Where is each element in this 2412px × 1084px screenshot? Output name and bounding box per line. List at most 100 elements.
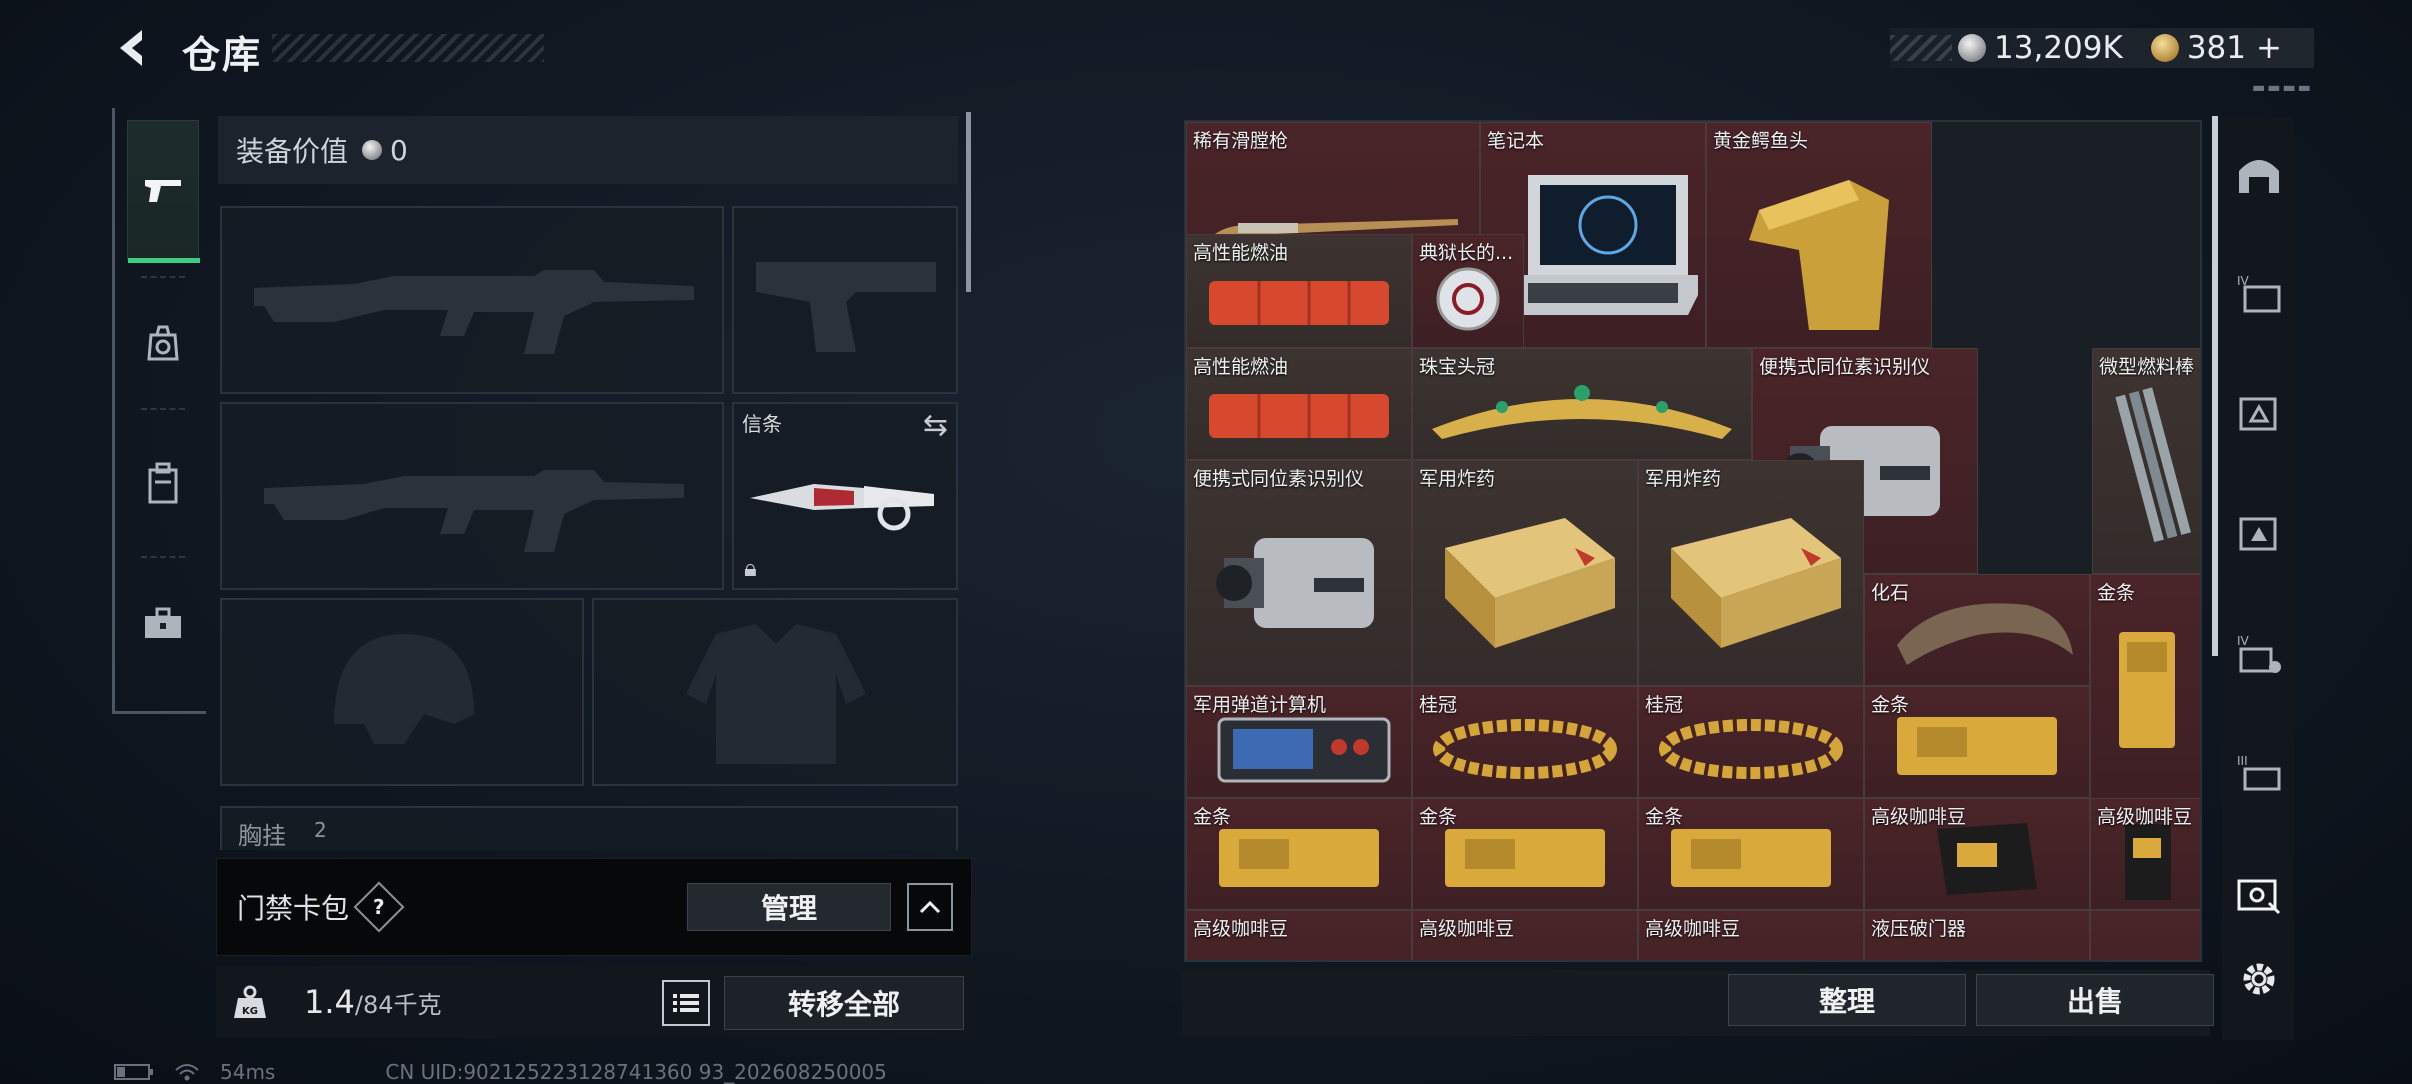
- explosive-crate-icon: [1639, 461, 1863, 685]
- title-decoration: [272, 34, 544, 62]
- silver-coin-icon: [1958, 34, 1986, 62]
- back-arrow-icon[interactable]: [112, 26, 156, 70]
- svg-text:III: III: [2237, 754, 2248, 768]
- helmet-silhouette-icon: [334, 634, 474, 744]
- ping-value: 54ms: [220, 1060, 276, 1084]
- tab-backpack[interactable]: [127, 438, 199, 528]
- status-bar: 54ms CN UID:902125223128741360 93_202608…: [114, 1060, 887, 1084]
- transfer-all-button[interactable]: 转移全部: [724, 976, 964, 1030]
- sell-button[interactable]: 出售: [1976, 974, 2214, 1026]
- tab-equipment[interactable]: [127, 298, 199, 388]
- melee-slot[interactable]: 信条 ⇆ 🔒︎: [732, 402, 958, 590]
- help-icon[interactable]: ?: [353, 881, 405, 933]
- tab-weapons[interactable]: [127, 120, 200, 263]
- chest-rig-slot[interactable]: 胸挂 2: [220, 806, 958, 850]
- helmet-slot[interactable]: [220, 598, 584, 786]
- access-card-pack: 门禁卡包 ? 管理: [216, 858, 972, 956]
- stash-item[interactable]: 高级咖啡豆: [1638, 910, 1864, 960]
- battery-icon: [114, 1064, 153, 1080]
- svg-text:IV: IV: [2237, 634, 2250, 648]
- stash-item[interactable]: 高性能燃油: [1186, 234, 1412, 348]
- stash-item[interactable]: 金条: [1864, 686, 2090, 798]
- vest-silhouette-icon: [686, 624, 866, 764]
- stash-page-toolbar: IV IV III: [2222, 118, 2294, 1040]
- card-pack-label: 门禁卡包: [237, 892, 350, 925]
- list-icon: [673, 994, 699, 1012]
- weight-value: 1.4/84千克: [304, 983, 442, 1021]
- stash-item-empty[interactable]: [2090, 910, 2200, 960]
- stash-item[interactable]: 军用弹道计算机: [1186, 686, 1412, 798]
- stash-item[interactable]: 高级咖啡豆: [1186, 910, 1412, 960]
- stash-item[interactable]: 高级咖啡豆: [1864, 798, 2090, 910]
- rifle-silhouette-icon: [254, 270, 694, 354]
- isotope-scanner-icon: [1187, 461, 1411, 685]
- bunker-icon[interactable]: [2234, 150, 2284, 200]
- tertiary-weapon-slot[interactable]: [220, 402, 724, 590]
- stash-item[interactable]: 典狱长的...: [1412, 234, 1524, 348]
- sort-button[interactable]: 整理: [1728, 974, 1966, 1026]
- pistol-icon: [145, 180, 181, 202]
- primary-weapon-slot[interactable]: [220, 206, 724, 394]
- gold-bar-icon: [2091, 575, 2200, 799]
- gold-add-button[interactable]: +: [2256, 30, 2282, 66]
- stash-iv-lock-icon[interactable]: IV: [2234, 628, 2284, 678]
- equipment-value: 0: [390, 133, 408, 167]
- manage-button[interactable]: 管理: [687, 883, 891, 931]
- stash-item[interactable]: 高级咖啡豆: [1412, 910, 1638, 960]
- gold-balance: 381: [2186, 30, 2246, 66]
- chest-rig-label: 胸挂: [238, 822, 286, 850]
- stash-c-icon[interactable]: [2234, 508, 2284, 558]
- stash-item[interactable]: 黄金鳄鱼头: [1706, 122, 1932, 348]
- dots-decoration: ▬▬▬▬: [2252, 80, 2313, 96]
- stash-item[interactable]: 金条: [1186, 798, 1412, 910]
- collapse-button[interactable]: [907, 883, 953, 931]
- stash-iii-icon[interactable]: III: [2234, 748, 2284, 798]
- currency-bar: 13,209K 381 +: [1890, 28, 2314, 68]
- explosive-crate-icon: [1413, 461, 1637, 685]
- stash-item[interactable]: 金条: [1638, 798, 1864, 910]
- weight-row: KG 1.4/84千克 转移全部: [216, 966, 978, 1038]
- silver-balance: 13,209K: [1994, 30, 2123, 66]
- equipment-value-row: 装备价值 0: [218, 116, 958, 184]
- list-view-button[interactable]: [662, 980, 710, 1026]
- pistol-silhouette-icon: [756, 262, 936, 352]
- gold-crocodile-head-icon: [1707, 123, 1931, 347]
- equipment-value-label: 装备价值: [236, 135, 349, 168]
- tab-toolbox[interactable]: [127, 578, 199, 668]
- stash-item[interactable]: 微型燃料棒: [2092, 348, 2200, 574]
- stash-item[interactable]: 桂冠: [1638, 686, 1864, 798]
- gold-coin-icon: [2150, 34, 2179, 62]
- stash-item[interactable]: 高性能燃油: [1186, 348, 1412, 460]
- stash-item[interactable]: 军用炸药: [1638, 460, 1864, 686]
- secondary-weapon-slot[interactable]: [732, 206, 958, 394]
- stash-item[interactable]: 高级咖啡豆: [2090, 798, 2200, 910]
- stash-iv-icon[interactable]: IV: [2234, 268, 2284, 318]
- chevron-up-icon: [919, 900, 941, 914]
- stash-scrollbar[interactable]: [2212, 116, 2218, 656]
- rifle-silhouette-icon: [264, 470, 684, 552]
- weight-kg-icon: KG: [226, 978, 274, 1026]
- stash-item[interactable]: 军用炸药: [1412, 460, 1638, 686]
- settings-gear-icon[interactable]: [2234, 954, 2284, 1004]
- stash-item[interactable]: 液压破门器: [1864, 910, 2090, 960]
- currency-decoration: [1890, 35, 1952, 61]
- stash-item[interactable]: 桂冠: [1412, 686, 1638, 798]
- page-title: 仓库: [182, 33, 263, 77]
- stash-grid: 稀有滑膛枪 笔记本 黄金鳄鱼头 高性能燃油 典狱长的... 高性能燃油 珠宝头冠…: [1184, 120, 2202, 962]
- melee-slot-label: 信条: [742, 412, 782, 436]
- fuel-rod-icon: [2093, 349, 2200, 573]
- svg-text:KG: KG: [242, 1006, 258, 1017]
- stash-item[interactable]: 化石: [1864, 574, 2090, 686]
- stash-active-icon[interactable]: [2234, 870, 2284, 920]
- stash-item[interactable]: 便携式同位素识别仪: [1186, 460, 1412, 686]
- stash-item[interactable]: 金条: [1412, 798, 1638, 910]
- stash-item[interactable]: 金条: [2090, 574, 2200, 800]
- equipment-scrollbar[interactable]: [966, 112, 971, 292]
- category-sidebar: [112, 108, 206, 714]
- armor-slot[interactable]: [592, 598, 958, 786]
- stash-item[interactable]: 珠宝头冠: [1412, 348, 1752, 460]
- swap-icon[interactable]: ⇆: [923, 408, 948, 443]
- silver-coin-icon: [362, 140, 383, 160]
- stash-b-icon[interactable]: [2234, 388, 2284, 438]
- knife-icon: [750, 484, 934, 531]
